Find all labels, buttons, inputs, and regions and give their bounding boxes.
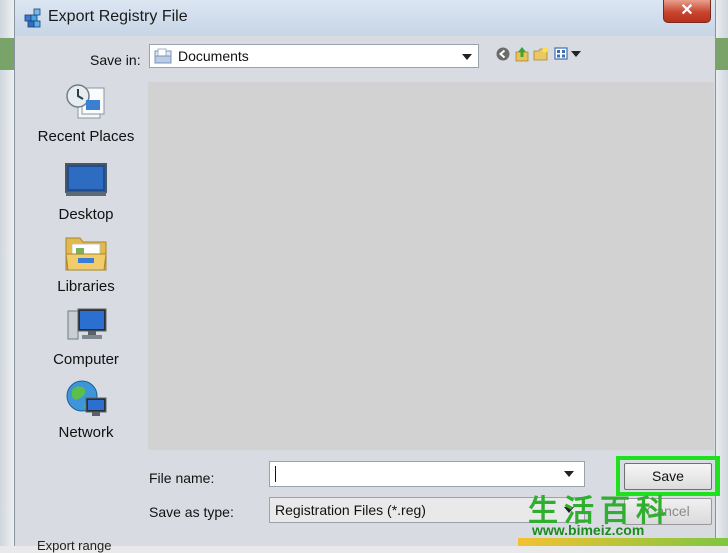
back-icon[interactable] — [495, 46, 511, 62]
view-dropdown-arrow-icon[interactable] — [571, 51, 581, 57]
close-button[interactable]: ✕ — [663, 0, 711, 23]
places-bar: Recent Places Desktop Libraries Computer… — [33, 82, 143, 452]
new-folder-icon[interactable] — [533, 46, 549, 62]
view-menu-icon[interactable] — [554, 46, 570, 62]
file-name-input[interactable] — [269, 461, 585, 487]
watermark-url: www.bimeiz.com — [532, 522, 645, 538]
place-label: Desktop — [58, 206, 114, 223]
place-label: Libraries — [57, 278, 115, 295]
place-label: Computer — [53, 351, 119, 368]
chevron-down-icon[interactable] — [564, 471, 574, 477]
documents-folder-icon — [154, 48, 172, 64]
title-bar[interactable]: Export Registry File ✕ — [15, 0, 715, 36]
dialog-title: Export Registry File — [48, 8, 188, 25]
computer-icon — [67, 308, 107, 340]
chevron-down-icon — [462, 54, 472, 60]
save-in-label: Save in: — [90, 52, 141, 68]
watermark-band — [518, 538, 728, 546]
place-label: Recent Places — [37, 128, 135, 145]
background-window-left — [0, 0, 14, 546]
file-list-area[interactable] — [148, 82, 714, 450]
save-as-type-label: Save as type: — [149, 504, 234, 520]
desktop-icon — [65, 163, 107, 196]
registry-editor-icon — [24, 8, 41, 28]
recent-places-icon — [66, 84, 105, 119]
file-name-label: File name: — [149, 470, 215, 486]
watermark: 生活百科 www.bimeiz.com — [518, 486, 728, 546]
save-in-dropdown[interactable]: Documents — [149, 44, 479, 68]
export-registry-dialog: Export Registry File ✕ Save in: Document… — [14, 0, 720, 553]
text-caret — [275, 466, 276, 482]
background-window-stripe-right — [714, 38, 728, 70]
save-in-value: Documents — [178, 48, 249, 64]
up-folder-icon[interactable] — [514, 46, 530, 62]
place-label: Network — [58, 424, 114, 441]
save-as-type-value: Registration Files (*.reg) — [275, 502, 426, 518]
background-window-stripe — [0, 38, 14, 70]
network-icon — [66, 380, 107, 416]
libraries-icon — [65, 237, 107, 271]
